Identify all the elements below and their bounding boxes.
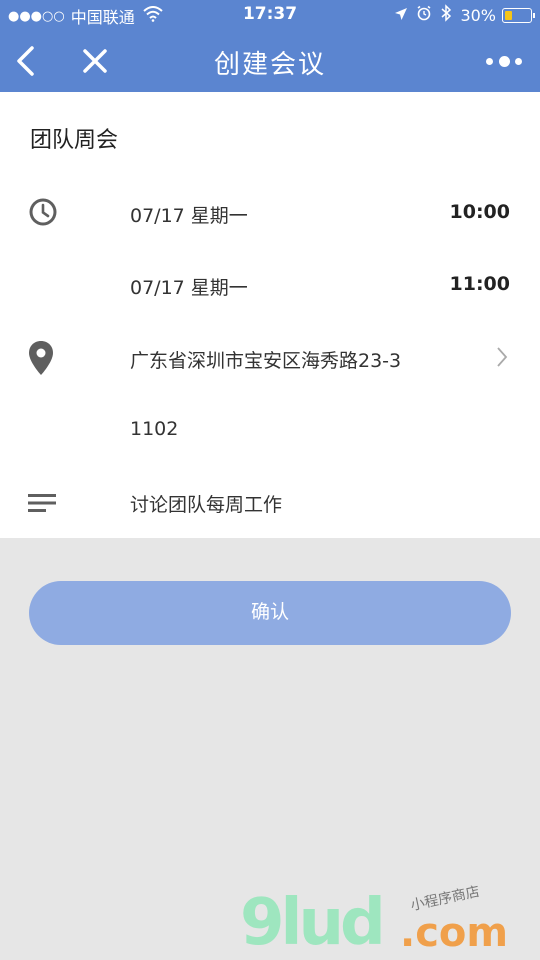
bluetooth-icon — [440, 4, 452, 26]
location-row[interactable]: 广东省深圳市宝安区海秀路23-3 — [0, 338, 540, 378]
end-time-row[interactable]: 07/17 星期一 11:00 — [0, 265, 540, 305]
description: 讨论团队每周工作 — [130, 494, 283, 516]
end-date: 07/17 星期一 — [130, 277, 248, 299]
battery-percent: 30% — [460, 5, 496, 25]
chevron-right-icon[interactable] — [496, 346, 508, 372]
meeting-title[interactable]: 团队周会 — [30, 122, 118, 154]
page-title: 创建会议 — [213, 50, 326, 80]
meeting-card: 团队周会 07/17 星期一 10:00 07/17 星期一 11:00 广东省… — [0, 92, 540, 538]
location-pin-icon — [28, 340, 54, 380]
start-time-row[interactable]: 07/17 星期一 10:00 — [0, 193, 540, 233]
confirm-button[interactable]: 确认 — [29, 581, 511, 645]
watermark-logo: 9lud .com 小程序商店 — [240, 880, 540, 960]
end-time: 11:00 — [449, 273, 510, 295]
location-arrow-icon — [394, 6, 408, 25]
watermark-main: 9lud — [240, 886, 386, 960]
alarm-icon — [416, 5, 432, 25]
more-icon[interactable] — [486, 52, 522, 70]
status-bar: ●●●○○ 中国联通 17:37 30% — [0, 0, 540, 30]
description-row[interactable]: 讨论团队每周工作 — [0, 482, 540, 522]
start-time: 10:00 — [449, 201, 510, 223]
location-line-1: 广东省深圳市宝安区海秀路23-3 — [130, 350, 402, 372]
start-date: 07/17 星期一 — [130, 205, 248, 227]
nav-bar: 创建会议 — [0, 30, 540, 92]
battery-icon — [502, 7, 535, 23]
location-line-2: 1102 — [130, 418, 179, 440]
location-row-2[interactable]: 1102 — [0, 410, 540, 450]
watermark-suffix: .com — [400, 910, 509, 956]
clock-icon — [28, 197, 58, 231]
status-right: 30% — [386, 4, 535, 26]
notes-icon — [28, 494, 58, 518]
